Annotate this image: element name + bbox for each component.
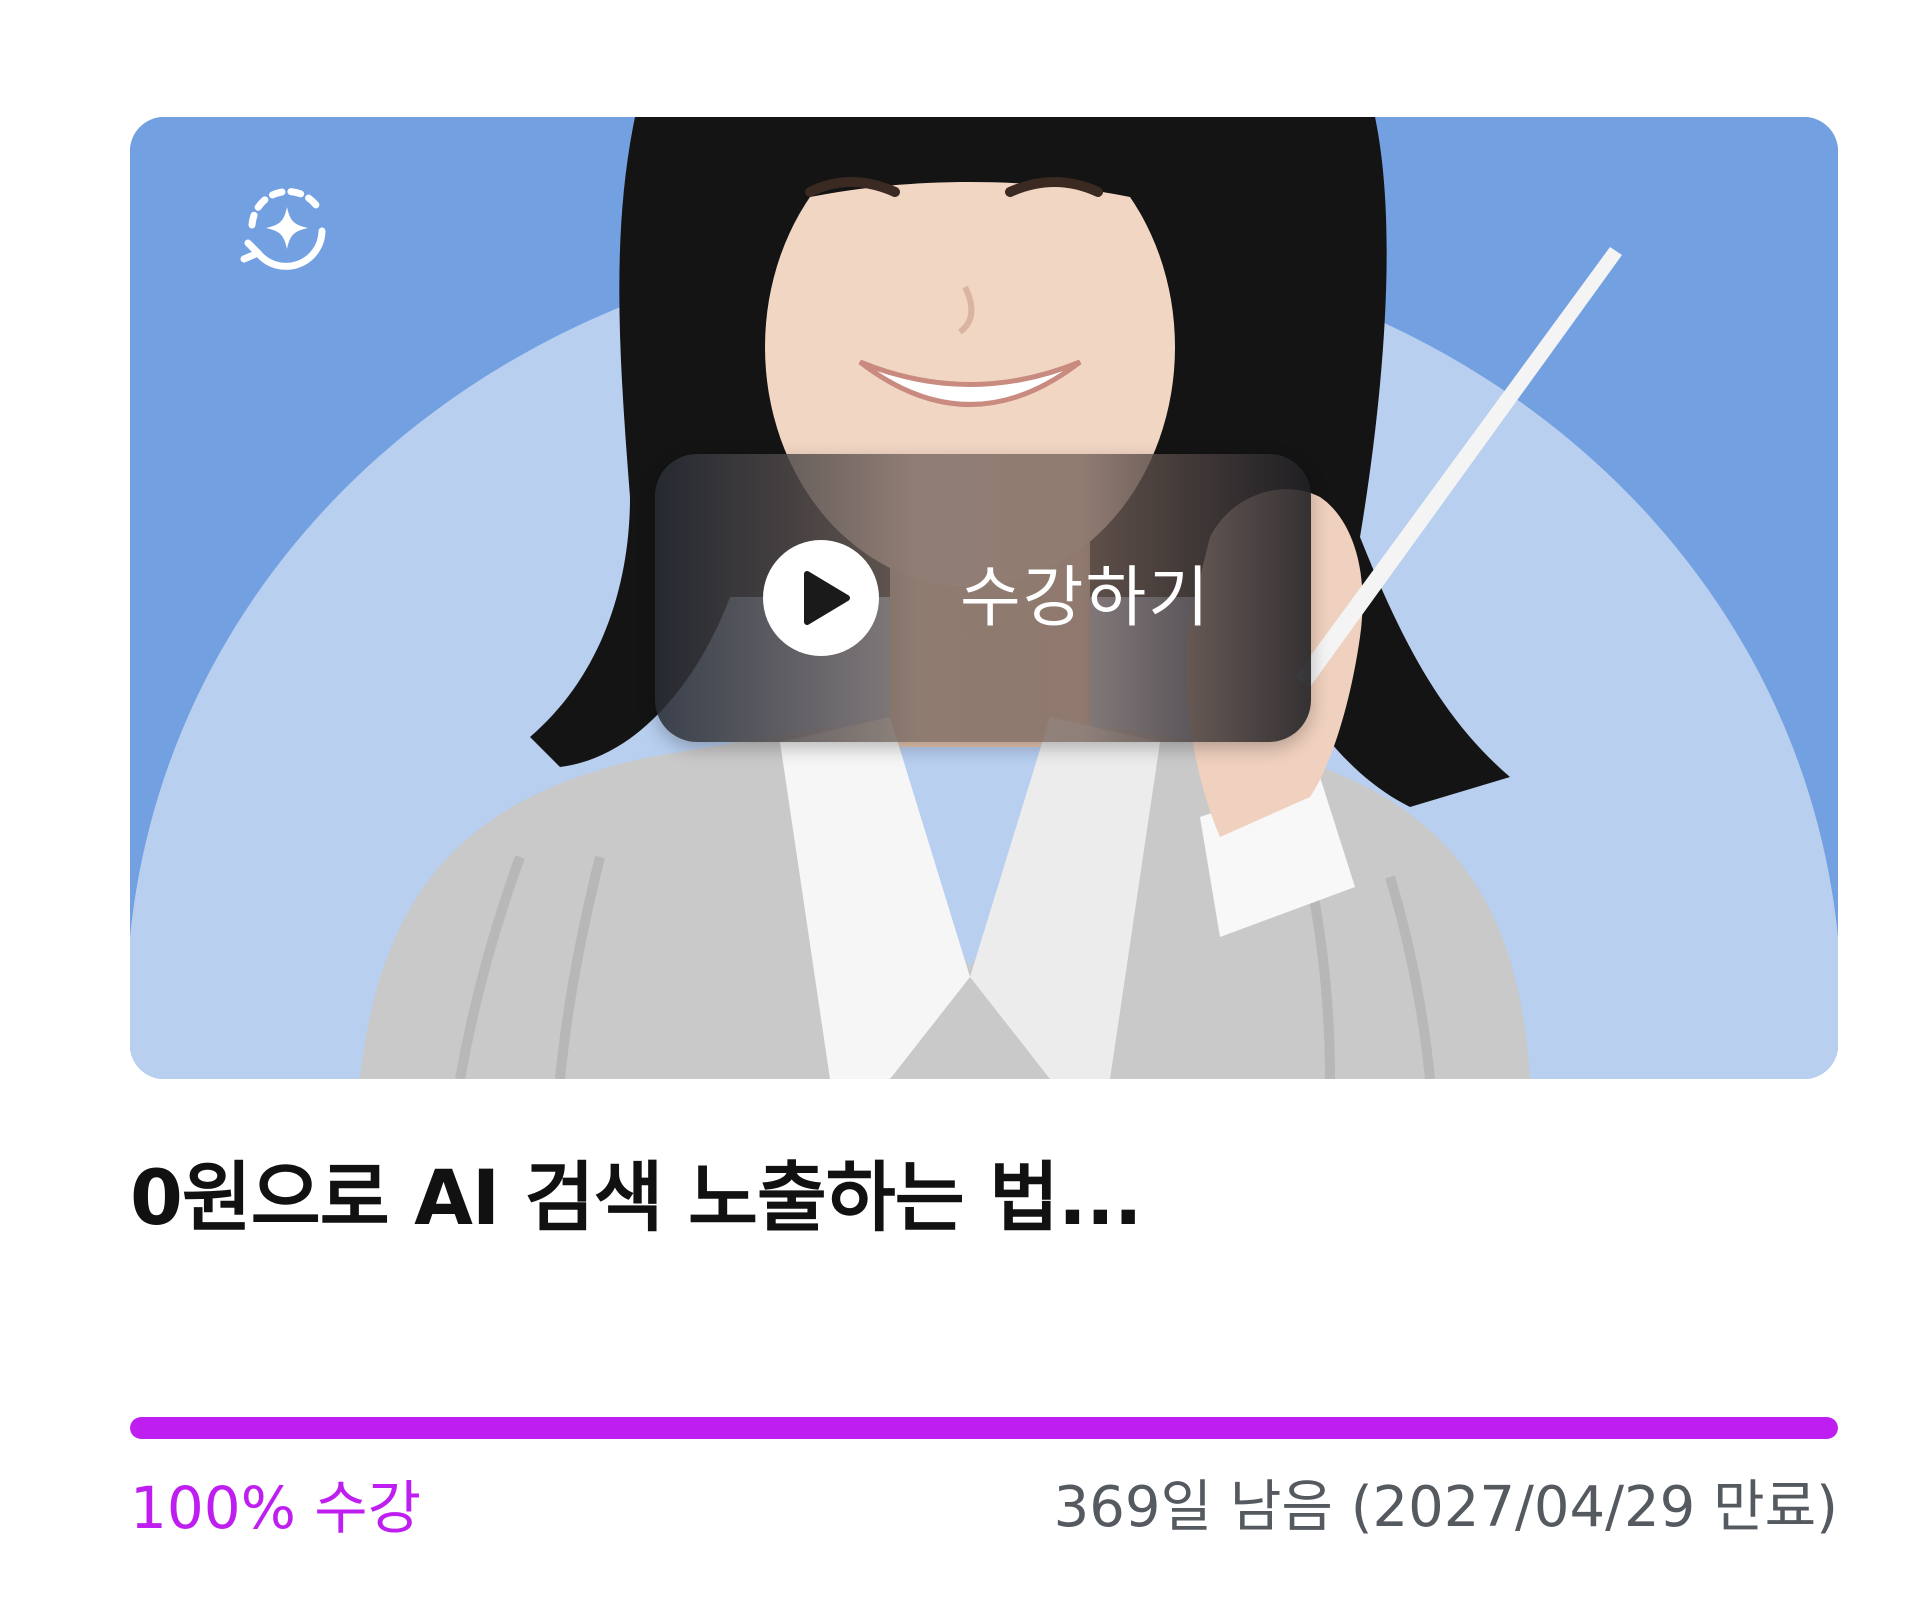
course-thumbnail[interactable]: 수강하기 [130, 117, 1838, 1079]
progress-bar [130, 1417, 1838, 1439]
progress-label: 100% 수강 [130, 1474, 421, 1542]
ai-sparkle-refresh-icon [232, 173, 342, 283]
play-button[interactable]: 수강하기 [655, 454, 1311, 742]
progress-bar-fill [130, 1417, 1838, 1439]
play-button-label: 수강하기 [960, 559, 1211, 636]
course-card: 수강하기 0원으로 AI 검색 노출하는 법... 100% 수강 369일 남… [0, 0, 1920, 1610]
course-title[interactable]: 0원으로 AI 검색 노출하는 법... [130, 1148, 1830, 1248]
remaining-days: 369일 남음 (2027/04/29 만료) [1053, 1475, 1838, 1540]
play-icon [763, 540, 879, 656]
